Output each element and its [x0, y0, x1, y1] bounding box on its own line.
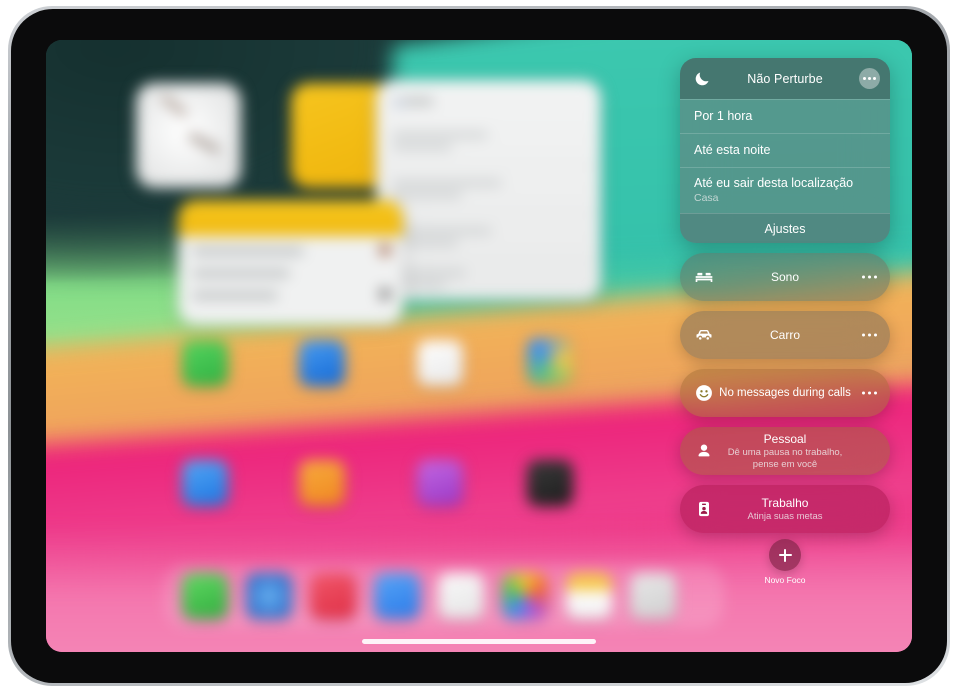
dock-photos[interactable]: [502, 573, 548, 619]
app-orange[interactable]: [299, 460, 345, 506]
dock-music[interactable]: [310, 573, 356, 619]
focus-mode-more-button[interactable]: [860, 333, 878, 337]
list-widget[interactable]: [376, 80, 601, 300]
dnd-option-sublabel: Casa: [694, 192, 719, 204]
dnd-option-label: Por 1 hora: [694, 109, 753, 123]
app-appstore[interactable]: [182, 460, 228, 506]
notes-widget[interactable]: [178, 200, 403, 325]
badge-icon: [694, 499, 714, 519]
dock-mail[interactable]: [374, 573, 420, 619]
dnd-option-1-hour[interactable]: Por 1 hora: [680, 99, 890, 133]
smiley-icon: [694, 383, 714, 403]
dnd-option-tonight[interactable]: Até esta noite: [680, 133, 890, 167]
focus-mode-label: Sono: [770, 270, 800, 284]
moon-icon: [694, 70, 711, 87]
dnd-option-label: Até eu sair desta localização: [694, 176, 854, 190]
app-blue[interactable]: [299, 340, 345, 386]
focus-mode-label: Trabalho: [761, 495, 809, 510]
dnd-settings-button[interactable]: Ajustes: [680, 213, 890, 243]
new-focus-label: Novo Foco: [764, 575, 806, 585]
app-green[interactable]: [182, 340, 228, 386]
focus-mode-trabalho[interactable]: Trabalho Atinja suas metas: [680, 485, 890, 533]
app-maps[interactable]: [527, 338, 573, 384]
dock-files[interactable]: [566, 573, 612, 619]
focus-mode-pessoal[interactable]: Pessoal Dê uma pausa no trabalho, pense …: [680, 427, 890, 475]
plus-icon: [778, 548, 792, 562]
screenshot-root: Não Perturbe Por 1 hora Até esta noite A…: [0, 0, 958, 692]
app-purple[interactable]: [417, 460, 463, 506]
dnd-option-leave-location[interactable]: Até eu sair desta localização Casa: [680, 167, 890, 213]
new-focus-section: Novo Foco: [680, 539, 890, 585]
dock: [164, 564, 724, 628]
do-not-disturb-card: Não Perturbe Por 1 hora Até esta noite A…: [680, 58, 890, 243]
person-icon: [694, 441, 714, 461]
car-icon: [694, 325, 714, 345]
do-not-disturb-more-button[interactable]: [859, 68, 880, 89]
focus-mode-label: Pessoal: [763, 431, 807, 446]
focus-mode-sublabel: Atinja suas metas: [747, 510, 823, 522]
focus-mode-label: No messages during calls: [719, 387, 851, 399]
app-dark[interactable]: [527, 460, 573, 506]
dock-safari[interactable]: [246, 573, 292, 619]
clock-widget[interactable]: [136, 83, 241, 188]
focus-mode-label: Carro: [769, 328, 800, 342]
ipad-screen: Não Perturbe Por 1 hora Até esta noite A…: [46, 40, 912, 652]
focus-mode-more-button[interactable]: [860, 391, 878, 395]
focus-mode-no-messages-during-calls[interactable]: No messages during calls: [680, 369, 890, 417]
focus-mode-sublabel: Dê uma pausa no trabalho, pense em você: [727, 446, 843, 470]
focus-mode-sono[interactable]: Sono: [680, 253, 890, 301]
dock-messages[interactable]: [182, 573, 228, 619]
home-indicator[interactable]: [362, 639, 596, 644]
dock-notes[interactable]: [438, 573, 484, 619]
focus-mode-carro[interactable]: Carro: [680, 311, 890, 359]
focus-mode-more-button[interactable]: [860, 275, 878, 279]
new-focus-button[interactable]: [769, 539, 801, 571]
bed-icon: [694, 267, 714, 287]
dnd-settings-label: Ajustes: [764, 221, 806, 236]
dock-extra[interactable]: [630, 573, 676, 619]
do-not-disturb-header[interactable]: Não Perturbe: [680, 58, 890, 99]
dnd-option-label: Até esta noite: [694, 143, 771, 157]
focus-panel: Não Perturbe Por 1 hora Até esta noite A…: [680, 58, 890, 601]
app-white[interactable]: [417, 340, 463, 386]
